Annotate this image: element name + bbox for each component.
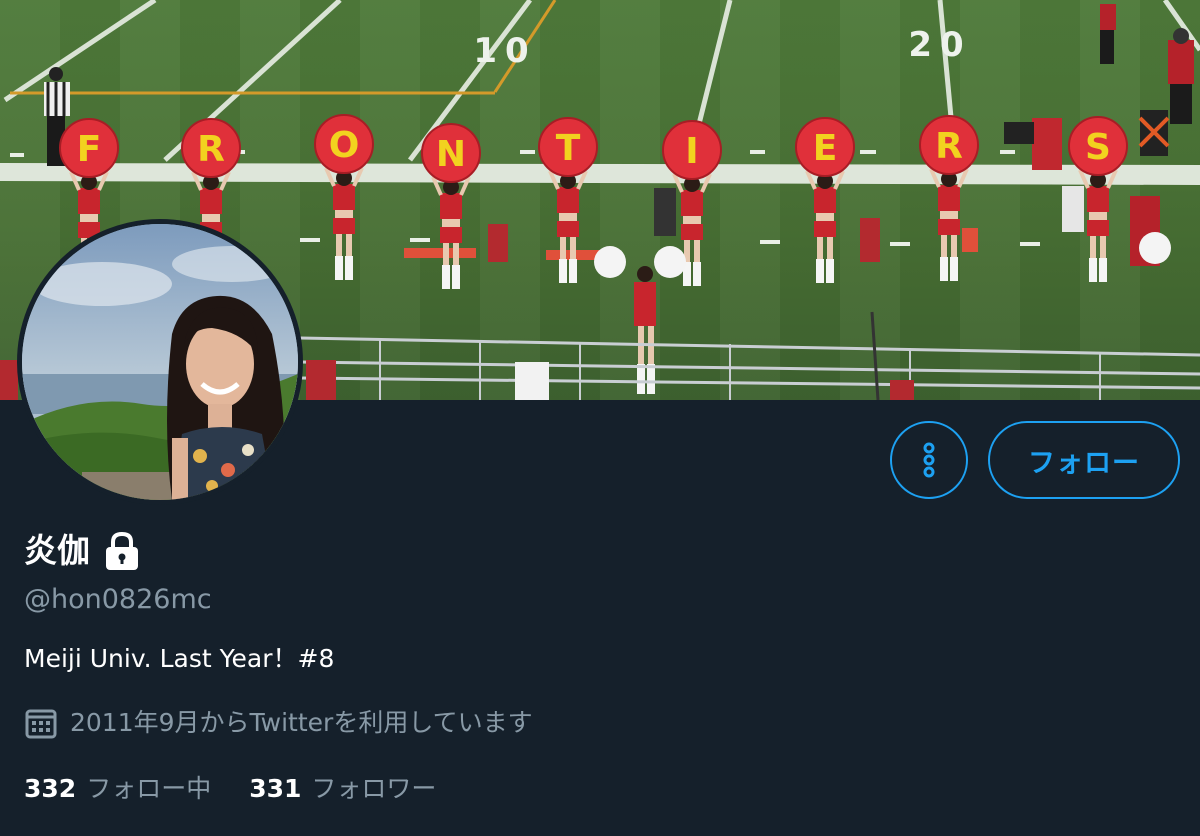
followers-link[interactable]: 331 フォロワー (249, 770, 436, 808)
cheerleader-with-sign: R (919, 115, 979, 281)
sign-letter: I (685, 131, 698, 172)
center-cheerleader (594, 246, 686, 394)
sign-letter: N (436, 134, 466, 175)
cheerleader-with-sign: E (795, 117, 855, 283)
yard-number-10: 10 (473, 31, 536, 71)
avatar-photo (22, 224, 298, 500)
lock-icon (102, 530, 142, 572)
profile-handle: @hon0826mc (24, 584, 212, 615)
calendar-icon (24, 706, 58, 740)
sign-letter: T (556, 128, 581, 169)
profile-avatar[interactable] (17, 219, 303, 505)
follow-button[interactable]: フォロー (988, 421, 1180, 499)
followers-label: フォロワー (311, 774, 437, 803)
follow-stats: 332 フォロー中 331 フォロワー (24, 770, 474, 808)
joined-date-row: 2011年9月からTwitterを利用しています (24, 704, 533, 742)
sign-letter: E (813, 128, 838, 169)
display-name: 炎伽 (24, 531, 90, 570)
sign-letter: R (935, 126, 963, 167)
followers-count: 331 (249, 774, 302, 803)
yard-number-20: 20 (908, 25, 971, 65)
following-label: フォロー中 (86, 774, 212, 803)
joined-date-text: 2011年9月からTwitterを利用しています (70, 708, 533, 737)
following-count: 332 (24, 774, 77, 803)
display-name-row: 炎伽 (24, 528, 142, 574)
cheerleader-with-sign: N (421, 123, 481, 289)
cheerleader-with-sign: O (314, 114, 374, 280)
more-options-button[interactable] (890, 421, 968, 499)
more-vertical-icon (923, 442, 935, 478)
sign-letter: O (329, 125, 360, 166)
sign-letter: R (197, 129, 225, 170)
sign-letter: S (1085, 127, 1111, 168)
profile-bio: Meiji Univ. Last Year！#8 (24, 644, 335, 673)
following-link[interactable]: 332 フォロー中 (24, 770, 211, 808)
sign-letter: F (77, 129, 102, 170)
